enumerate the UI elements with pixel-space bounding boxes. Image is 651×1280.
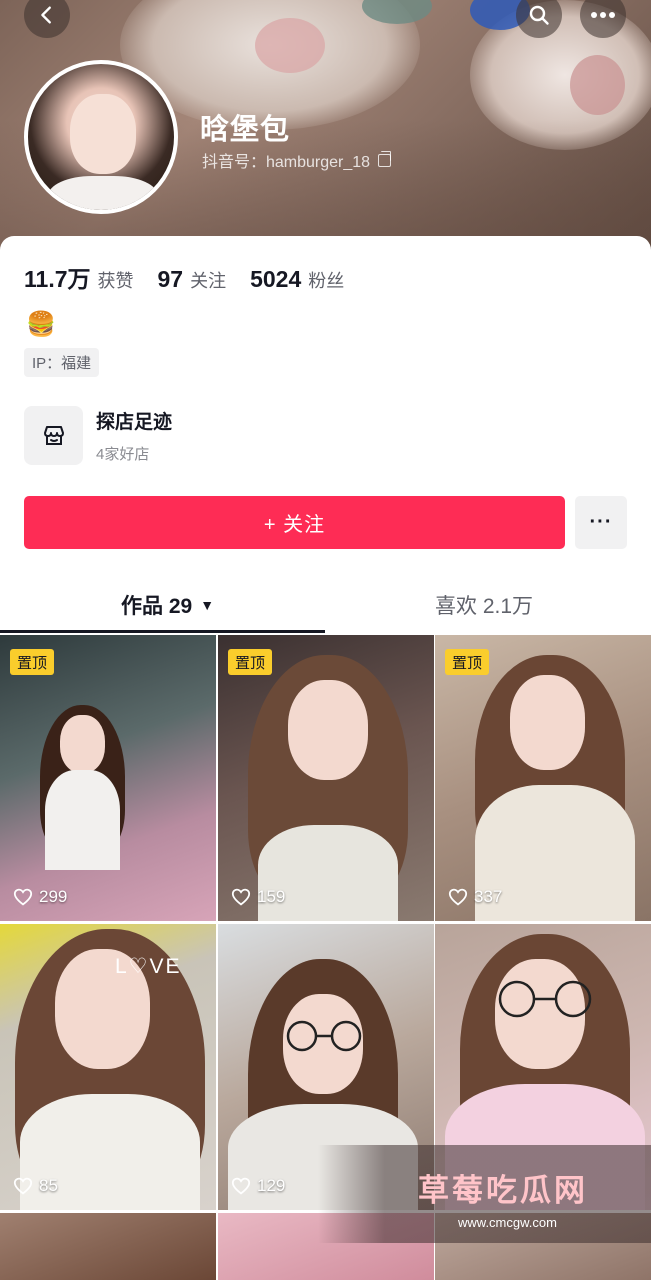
likes-count: 337 bbox=[474, 887, 503, 906]
douyin-id[interactable]: 抖音号：hamburger_18 bbox=[202, 148, 392, 172]
person-face bbox=[510, 675, 585, 770]
video-likes: 129 bbox=[231, 1176, 285, 1196]
pinned-badge: 置顶 bbox=[228, 649, 273, 675]
heart-icon bbox=[13, 1177, 33, 1195]
follow-button[interactable]: + 关注 bbox=[24, 496, 565, 549]
content-tabs: 作品 29 ▼ 喜欢 2.1万 bbox=[0, 576, 651, 634]
stat-label: 粉丝 bbox=[308, 271, 345, 291]
tab-works[interactable]: 作品 29 ▼ bbox=[121, 576, 214, 634]
stat-label: 关注 bbox=[190, 271, 227, 291]
glasses-filter-icon bbox=[498, 980, 592, 1018]
tab-works-label: 作品 29 bbox=[121, 595, 193, 618]
copy-icon[interactable] bbox=[378, 150, 392, 167]
shop-icon bbox=[24, 406, 83, 465]
heart-icon bbox=[231, 888, 251, 906]
douyin-id-text: 抖音号：hamburger_18 bbox=[202, 154, 371, 171]
video-thumbnail[interactable]: 置顶 299 bbox=[0, 635, 216, 921]
stats-row: 11.7万 获赞 97 关注 5024 粉丝 bbox=[24, 260, 368, 294]
tab-underline bbox=[0, 630, 325, 633]
stat-following[interactable]: 97 关注 bbox=[158, 266, 227, 293]
chevron-left-icon bbox=[41, 6, 51, 24]
heart-icon bbox=[13, 888, 33, 906]
video-thumbnail[interactable]: L♡VE 85 bbox=[0, 924, 216, 1210]
caret-down-icon: ▼ bbox=[200, 597, 215, 613]
search-icon bbox=[529, 5, 549, 25]
glasses-filter-icon bbox=[286, 1020, 362, 1052]
more-actions-button[interactable]: ··· bbox=[575, 496, 627, 549]
video-likes: 337 bbox=[448, 887, 502, 907]
heart-icon bbox=[448, 888, 468, 906]
avatar-shirt bbox=[48, 176, 158, 210]
pinned-badge: 置顶 bbox=[445, 649, 490, 675]
likes-count: 159 bbox=[257, 887, 286, 906]
video-thumbnail[interactable] bbox=[0, 1213, 216, 1280]
banner-cat-nose bbox=[255, 18, 325, 73]
likes-count: 129 bbox=[257, 1176, 286, 1195]
person-face bbox=[288, 680, 368, 780]
shop-text: 探店足迹 4家好店 bbox=[96, 407, 172, 464]
person-body bbox=[45, 770, 120, 870]
avatar-face bbox=[70, 94, 136, 174]
tab-likes[interactable]: 喜欢 2.1万 bbox=[435, 576, 533, 634]
video-likes: 299 bbox=[13, 887, 67, 907]
ip-location-tag: IP：福建 bbox=[24, 348, 100, 377]
heart-icon bbox=[231, 1177, 251, 1195]
love-overlay-text: L♡VE bbox=[115, 955, 182, 978]
stat-value: 11.7万 bbox=[24, 266, 91, 292]
likes-count: 299 bbox=[39, 887, 68, 906]
nickname: 晗堡包 bbox=[200, 114, 291, 146]
stat-value: 5024 bbox=[250, 266, 302, 292]
tab-likes-label: 喜欢 2.1万 bbox=[435, 595, 534, 618]
video-thumbnail[interactable]: 置顶 337 bbox=[435, 635, 651, 921]
site-watermark: 草莓吃瓜网 www.cmcgw.com bbox=[318, 1145, 651, 1243]
stat-likes[interactable]: 11.7万 获赞 bbox=[24, 260, 134, 294]
stat-followers[interactable]: 5024 粉丝 bbox=[250, 266, 344, 293]
shop-visits-entry[interactable]: 探店足迹 4家好店 bbox=[24, 406, 172, 465]
shop-subtitle: 4家好店 bbox=[96, 446, 150, 463]
video-likes: 159 bbox=[231, 887, 285, 907]
stat-label: 获赞 bbox=[97, 271, 134, 291]
video-likes: 85 bbox=[13, 1176, 58, 1196]
watermark-url: www.cmcgw.com bbox=[458, 1215, 557, 1230]
bio-emoji: 🍔 bbox=[26, 311, 56, 338]
video-thumbnail[interactable]: 置顶 159 bbox=[218, 635, 434, 921]
stat-value: 97 bbox=[157, 266, 184, 292]
pinned-badge: 置顶 bbox=[10, 649, 55, 675]
likes-count: 85 bbox=[39, 1176, 58, 1195]
banner-paw-pad bbox=[570, 55, 625, 115]
watermark-name: 草莓吃瓜网 bbox=[418, 1173, 588, 1208]
person-face bbox=[60, 715, 105, 773]
avatar[interactable] bbox=[24, 60, 178, 214]
shop-title: 探店足迹 bbox=[96, 412, 173, 433]
more-dots-icon bbox=[591, 12, 615, 18]
